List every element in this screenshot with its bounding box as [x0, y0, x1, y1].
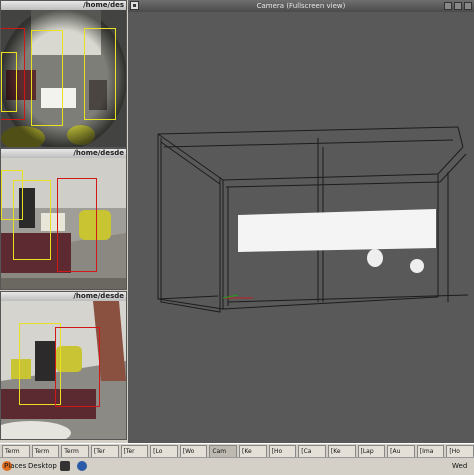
desktop-panel: Places Desktop Wed: [0, 457, 474, 475]
terminal-launcher-icon[interactable]: [60, 461, 70, 471]
detection-box-red: [55, 327, 100, 407]
viewer-title: Camera (Fullscreen view): [256, 2, 346, 10]
camera-window-2[interactable]: /home/desde: [0, 148, 127, 290]
maximize-icon[interactable]: [454, 2, 462, 10]
camera-window-1-title: /home/des: [1, 1, 126, 10]
detection-box-yellow: [1, 52, 17, 112]
tracked-person-marker[interactable]: [367, 249, 383, 267]
camera-window-1[interactable]: /home/des: [0, 0, 127, 148]
detection-box-yellow: [84, 28, 116, 120]
detection-box-red: [57, 178, 97, 272]
tracked-person-marker[interactable]: [410, 259, 424, 273]
table-surface-plane: [238, 209, 436, 252]
places-menu[interactable]: Places: [4, 458, 26, 475]
camera-2-view: [1, 158, 126, 289]
minimize-icon[interactable]: [444, 2, 452, 10]
camera-3-view: [1, 301, 126, 439]
desktop-menu[interactable]: Desktop: [28, 458, 57, 475]
browser-launcher-icon[interactable]: [77, 461, 87, 471]
camera-window-2-title: /home/desde: [1, 149, 126, 158]
detection-box-yellow: [31, 30, 63, 126]
camera-1-view: [1, 10, 126, 147]
viewer-title-bar[interactable]: ▪ Camera (Fullscreen view): [128, 0, 474, 12]
window-taskbar: Term Term Term [Ter [Ter [Lo [Wo Cam [Ke…: [0, 443, 474, 458]
3d-scene-canvas[interactable]: [128, 12, 474, 443]
close-icon[interactable]: [464, 2, 472, 10]
scene-viewer-window[interactable]: ▪ Camera (Fullscreen view): [128, 0, 474, 443]
detection-box-yellow: [13, 180, 51, 260]
clock-text[interactable]: Wed: [452, 458, 467, 475]
camera-window-3-title: /home/desde: [1, 292, 126, 301]
camera-panel: /home/des /home/desde /home/desde: [0, 0, 128, 443]
window-menu-icon[interactable]: ▪: [130, 1, 139, 10]
camera-window-3[interactable]: /home/desde: [0, 291, 127, 440]
